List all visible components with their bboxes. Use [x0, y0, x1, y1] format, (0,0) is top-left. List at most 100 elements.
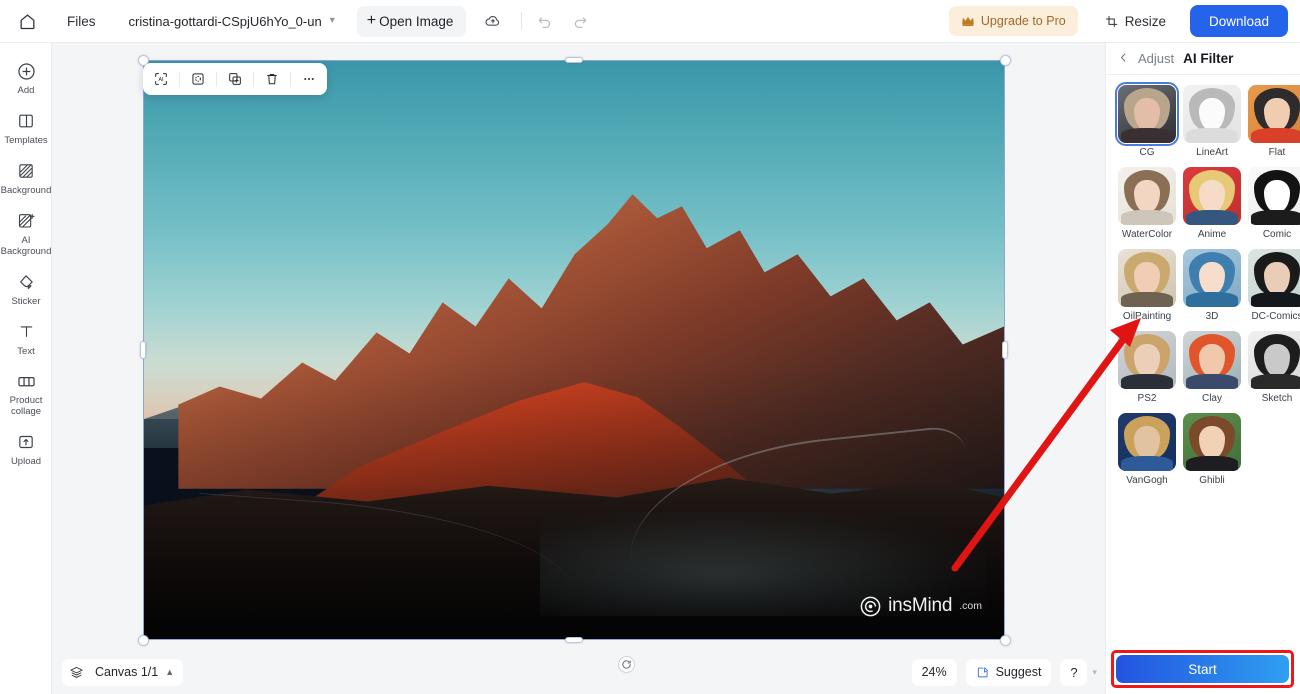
filename-label: cristina-gottardi-CSpjU6hYo_0-un	[128, 13, 322, 29]
right-panel-header: Adjust AI Filter	[1106, 43, 1300, 75]
sidebar-label-sticker: Sticker	[11, 295, 41, 307]
layers-button[interactable]	[62, 658, 90, 686]
filter-thumbnail-flat	[1248, 85, 1300, 143]
sidebar-label-product-collage: Product collage	[9, 395, 43, 418]
ellipsis-icon	[304, 78, 314, 80]
filter-thumbnail-oilpainting	[1118, 249, 1176, 307]
filter-label: PS2	[1137, 393, 1157, 404]
sticker-icon	[16, 271, 36, 293]
canvas-selected-image[interactable]: insMind .com	[143, 60, 1005, 640]
upload-icon	[16, 431, 36, 453]
resize-handle-middle-left[interactable]	[140, 341, 146, 359]
start-button[interactable]: Start	[1116, 655, 1289, 683]
redo-button[interactable]	[566, 7, 594, 35]
filter-thumbnail-ghibli	[1183, 413, 1241, 471]
back-button[interactable]	[1118, 52, 1129, 65]
filter-label: Clay	[1201, 393, 1222, 404]
filter-thumbnail-3d	[1183, 249, 1241, 307]
suggest-label: Suggest	[995, 665, 1042, 679]
filter-thumbnail-cg	[1115, 82, 1179, 146]
filter-item-sketch[interactable]: Sketch	[1248, 331, 1300, 405]
chevron-down-icon[interactable]: ▾	[1092, 667, 1097, 678]
duplicate-button[interactable]	[221, 66, 249, 92]
filename-dropdown[interactable]: cristina-gottardi-CSpjU6hYo_0-un ▾	[123, 9, 341, 34]
filter-item-cg[interactable]: CG	[1115, 82, 1179, 159]
ai-crop-button[interactable]: AI	[147, 66, 175, 92]
help-label: ?	[1070, 664, 1078, 680]
cloud-sync-button[interactable]	[478, 6, 508, 36]
resize-handle-bottom-right[interactable]	[1000, 635, 1011, 646]
undo-button[interactable]	[530, 7, 558, 35]
sidebar-item-templates[interactable]: Templates	[0, 103, 52, 153]
templates-icon	[16, 110, 36, 132]
tab-ai-filter[interactable]: AI Filter	[1183, 51, 1233, 66]
photo-vignette	[144, 61, 1004, 639]
sidebar-label-upload: Upload	[10, 456, 42, 468]
toolbar-divider	[521, 12, 523, 30]
filter-item-lineart[interactable]: LineArt	[1183, 85, 1241, 159]
resize-handle-top-center[interactable]	[565, 57, 583, 63]
cutout-button[interactable]	[184, 66, 212, 92]
filter-item-ps2[interactable]: PS2	[1118, 331, 1176, 405]
ai-background-icon	[16, 210, 36, 232]
filter-item-3d[interactable]: 3D	[1183, 249, 1241, 323]
more-button[interactable]	[295, 66, 323, 92]
filter-item-vangogh[interactable]: VanGogh	[1118, 413, 1176, 487]
files-button[interactable]: Files	[56, 8, 107, 35]
filter-thumbnail-clay	[1183, 331, 1241, 389]
resize-handle-bottom-left[interactable]	[138, 635, 149, 646]
sidebar-item-text[interactable]: Text	[0, 314, 52, 364]
filter-item-clay[interactable]: Clay	[1183, 331, 1241, 405]
trash-icon	[267, 73, 277, 85]
background-icon	[16, 160, 36, 182]
sidebar-item-ai-background[interactable]: AI Background	[0, 203, 52, 264]
undo-icon	[538, 16, 551, 28]
open-image-button[interactable]: + Open Image	[356, 5, 467, 37]
delete-button[interactable]	[258, 66, 286, 92]
upgrade-to-pro-button[interactable]: Upgrade to Pro	[948, 6, 1078, 36]
home-button[interactable]	[10, 4, 44, 38]
suggest-icon	[977, 667, 988, 678]
filter-label: CG	[1139, 147, 1155, 158]
canvas-page-label: Canvas 1/1	[95, 665, 159, 679]
filter-label: Ghibli	[1199, 475, 1225, 486]
filter-thumbnail-anime	[1183, 167, 1241, 225]
download-button[interactable]: Download	[1189, 5, 1288, 37]
sidebar-item-upload[interactable]: Upload	[0, 424, 52, 474]
zoom-level-control[interactable]: 24%	[911, 658, 957, 686]
filter-item-flat[interactable]: Flat	[1248, 85, 1300, 159]
filter-thumbnail-comic	[1248, 167, 1300, 225]
resize-handle-middle-right[interactable]	[1002, 341, 1008, 359]
canvas-workspace[interactable]: insMind .com	[52, 43, 1105, 694]
filter-thumbnail-vangogh	[1118, 413, 1176, 471]
filter-item-anime[interactable]: Anime	[1183, 167, 1241, 241]
resize-handle-bottom-center[interactable]	[565, 637, 583, 643]
filter-item-ghibli[interactable]: Ghibli	[1183, 413, 1241, 487]
filter-label: Anime	[1197, 229, 1227, 240]
filter-item-watercolor[interactable]: WaterColor	[1118, 167, 1176, 241]
canvas-page-selector[interactable]: Canvas 1/1 ▲	[90, 658, 184, 686]
svg-text:AI: AI	[158, 77, 163, 83]
sidebar-item-product-collage[interactable]: Product collage	[0, 363, 52, 424]
suggest-button[interactable]: Suggest	[965, 658, 1052, 686]
zoom-level-label: 24%	[921, 665, 947, 679]
help-button[interactable]: ?	[1060, 658, 1088, 686]
tab-adjust[interactable]: Adjust	[1138, 51, 1174, 66]
insmind-editor-window: Files cristina-gottardi-CSpjU6hYo_0-un ▾…	[0, 0, 1300, 694]
filter-label: 3D	[1205, 311, 1219, 322]
filter-item-oilpainting[interactable]: OilPainting	[1118, 249, 1176, 323]
filter-thumbnail-lineart	[1183, 85, 1241, 143]
filter-item-comic[interactable]: Comic	[1248, 167, 1300, 241]
resize-button[interactable]: Resize	[1094, 6, 1176, 36]
sidebar-item-add[interactable]: Add	[0, 53, 52, 103]
filter-label: LineArt	[1196, 147, 1228, 158]
filter-thumbnail-watercolor	[1118, 167, 1176, 225]
ai-filter-grid: CG LineArt Flat WaterColor Anime Comic OilPain…	[1106, 75, 1300, 487]
filter-item-dc-comics[interactable]: DC-Comics	[1248, 249, 1300, 323]
upgrade-label: Upgrade to Pro	[980, 14, 1066, 28]
left-sidebar: Add Templates Background AI Background S…	[0, 43, 52, 694]
sidebar-item-background[interactable]: Background	[0, 153, 52, 203]
resize-handle-top-right[interactable]	[1000, 55, 1011, 66]
sidebar-item-sticker[interactable]: Sticker	[0, 264, 52, 314]
download-label: Download	[1208, 13, 1269, 29]
